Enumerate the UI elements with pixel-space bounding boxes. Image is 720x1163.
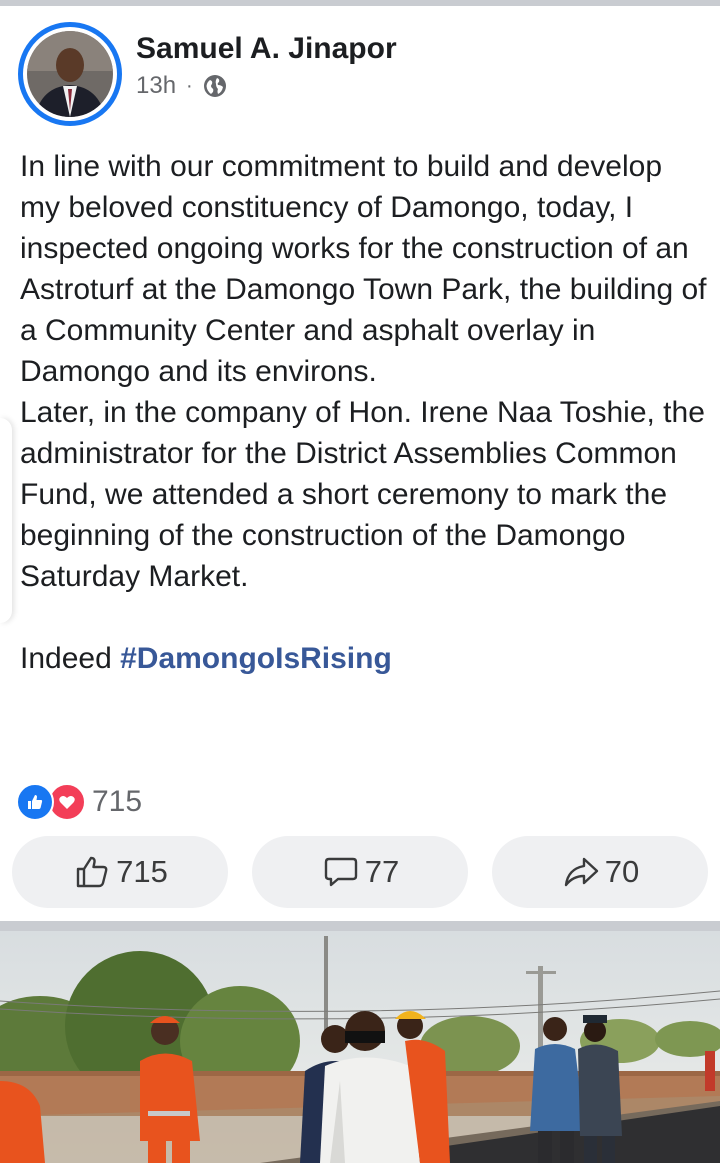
avatar[interactable] [18,22,122,126]
meta-separator: · [186,74,193,97]
post-body: In line with our commitment to build and… [20,146,710,679]
post-paragraph: Later, in the company of Hon. Irene Naa … [20,396,705,593]
share-button[interactable]: 70 [492,836,708,908]
share-count: 70 [604,854,640,889]
post-photo-image [0,931,720,1163]
like-icon [16,783,54,821]
post-header: Samuel A. Jinapor 13h · [18,22,708,132]
comment-button[interactable]: 77 [252,836,468,908]
photo-divider [0,921,720,931]
avatar-image [27,31,113,117]
post-actions: 715 77 70 [12,836,710,908]
share-icon [564,857,598,887]
reaction-count: 715 [92,785,143,818]
like-count: 715 [116,854,168,889]
hashtag-link[interactable]: #DamongoIsRising [120,642,392,675]
reactions-summary[interactable]: 715 [16,782,142,822]
thumbs-up-icon [76,856,108,888]
scroll-edge-indicator [0,418,12,623]
closing-text: Indeed [20,642,121,675]
post-time[interactable]: 13h [136,72,176,100]
like-button[interactable]: 715 [12,836,228,908]
post-closing: Indeed #DamongoIsRising [20,638,710,679]
top-divider [0,0,720,6]
post-paragraph: In line with our commitment to build and… [20,150,707,388]
post-photo[interactable] [0,931,720,1163]
post-meta: 13h · [136,72,227,100]
globe-icon [203,74,227,98]
comment-icon [324,857,357,887]
avatar-photo [27,31,113,117]
comment-count: 77 [364,854,400,889]
author-name[interactable]: Samuel A. Jinapor [136,32,397,66]
